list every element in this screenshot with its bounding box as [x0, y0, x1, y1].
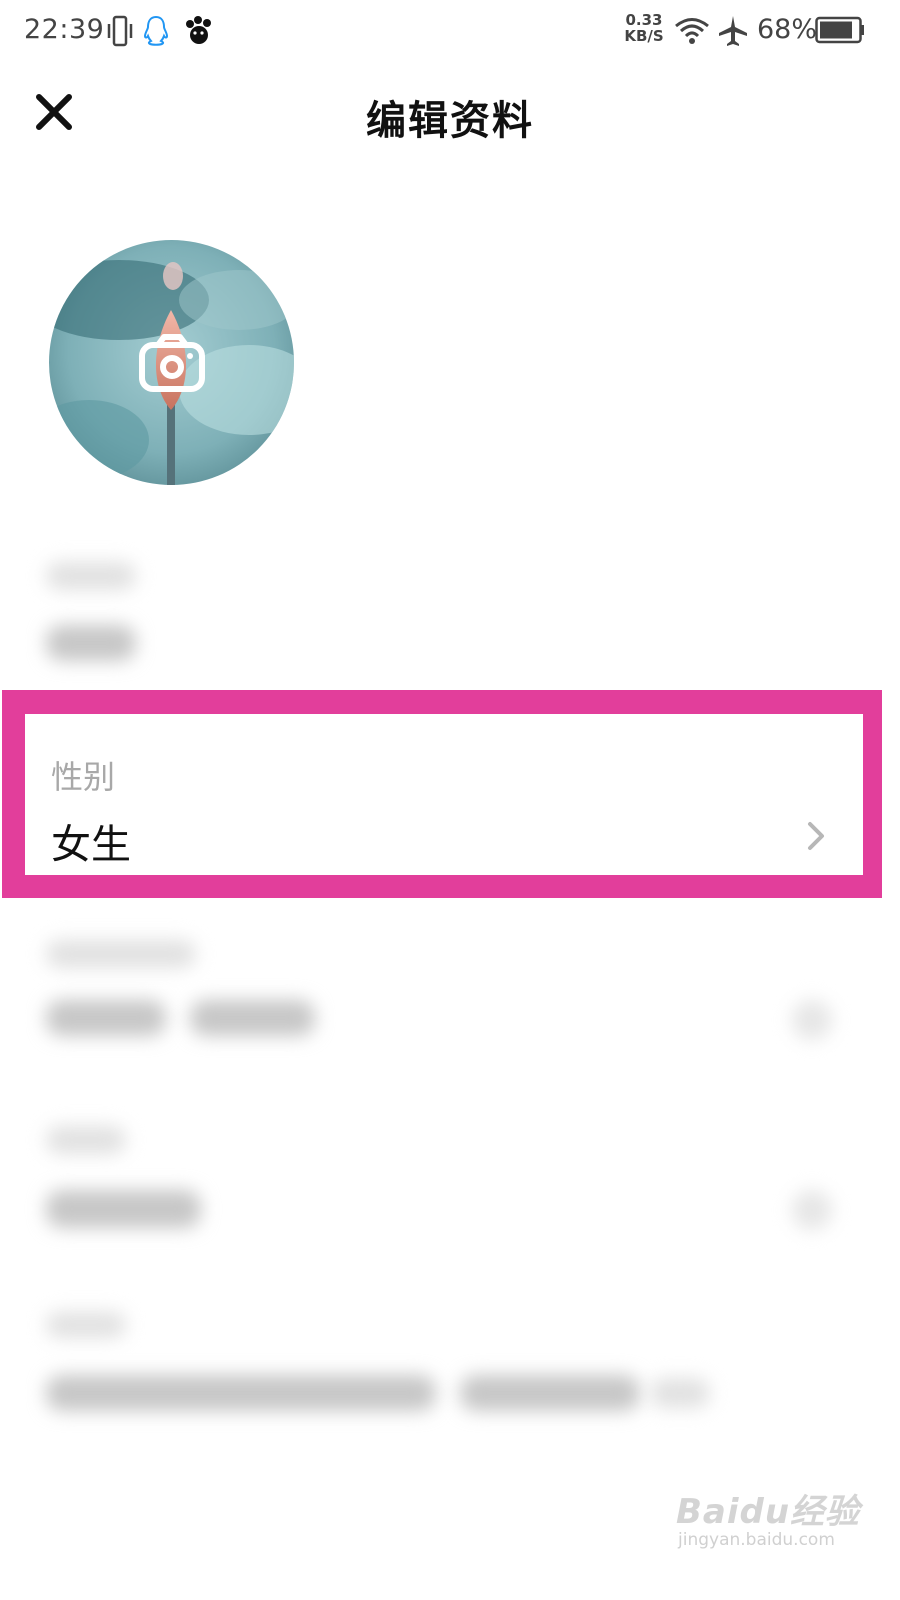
gender-row[interactable]: 性别 女生	[25, 714, 863, 875]
blurred-arrow	[792, 1190, 832, 1230]
watermark: Baidu经验 jingyan.baidu.com	[672, 1478, 862, 1558]
blurred-label	[46, 562, 136, 590]
wifi-icon	[675, 18, 709, 44]
blurred-value	[46, 625, 136, 661]
status-bar: 22:39 0.33 KB/S 68%	[0, 0, 900, 64]
blurred-label	[46, 1312, 126, 1338]
blurred-value	[46, 1190, 201, 1228]
watermark-url: jingyan.baidu.com	[678, 1530, 835, 1550]
blurred-value	[190, 1000, 315, 1036]
blurred-value	[46, 1000, 166, 1036]
blurred-label	[46, 940, 196, 968]
gender-value: 女生	[51, 822, 131, 868]
battery-percent: 68%	[757, 14, 818, 45]
airplane-icon	[719, 16, 747, 46]
chevron-right-icon	[808, 822, 824, 850]
blurred-value	[460, 1375, 640, 1411]
blurred-value	[650, 1378, 710, 1408]
vibrate-icon	[107, 15, 133, 47]
speed-value: 0.33	[625, 11, 663, 29]
qq-icon	[143, 15, 169, 46]
gender-label: 性别	[51, 758, 116, 796]
speed-unit: KB/S	[624, 27, 664, 45]
blurred-arrow	[792, 1000, 832, 1040]
battery-icon	[815, 16, 864, 44]
watermark-brand: Baidu经验	[676, 1492, 861, 1532]
page-title: 编辑资料	[366, 98, 534, 144]
header: 编辑资料	[0, 64, 900, 164]
blurred-label	[46, 1126, 126, 1154]
blurred-value	[46, 1375, 436, 1411]
avatar-photo	[49, 240, 294, 485]
network-speed: 0.33 KB/S	[622, 12, 666, 44]
avatar[interactable]	[49, 240, 294, 485]
status-time: 22:39	[24, 14, 105, 45]
paw-icon	[186, 16, 211, 44]
